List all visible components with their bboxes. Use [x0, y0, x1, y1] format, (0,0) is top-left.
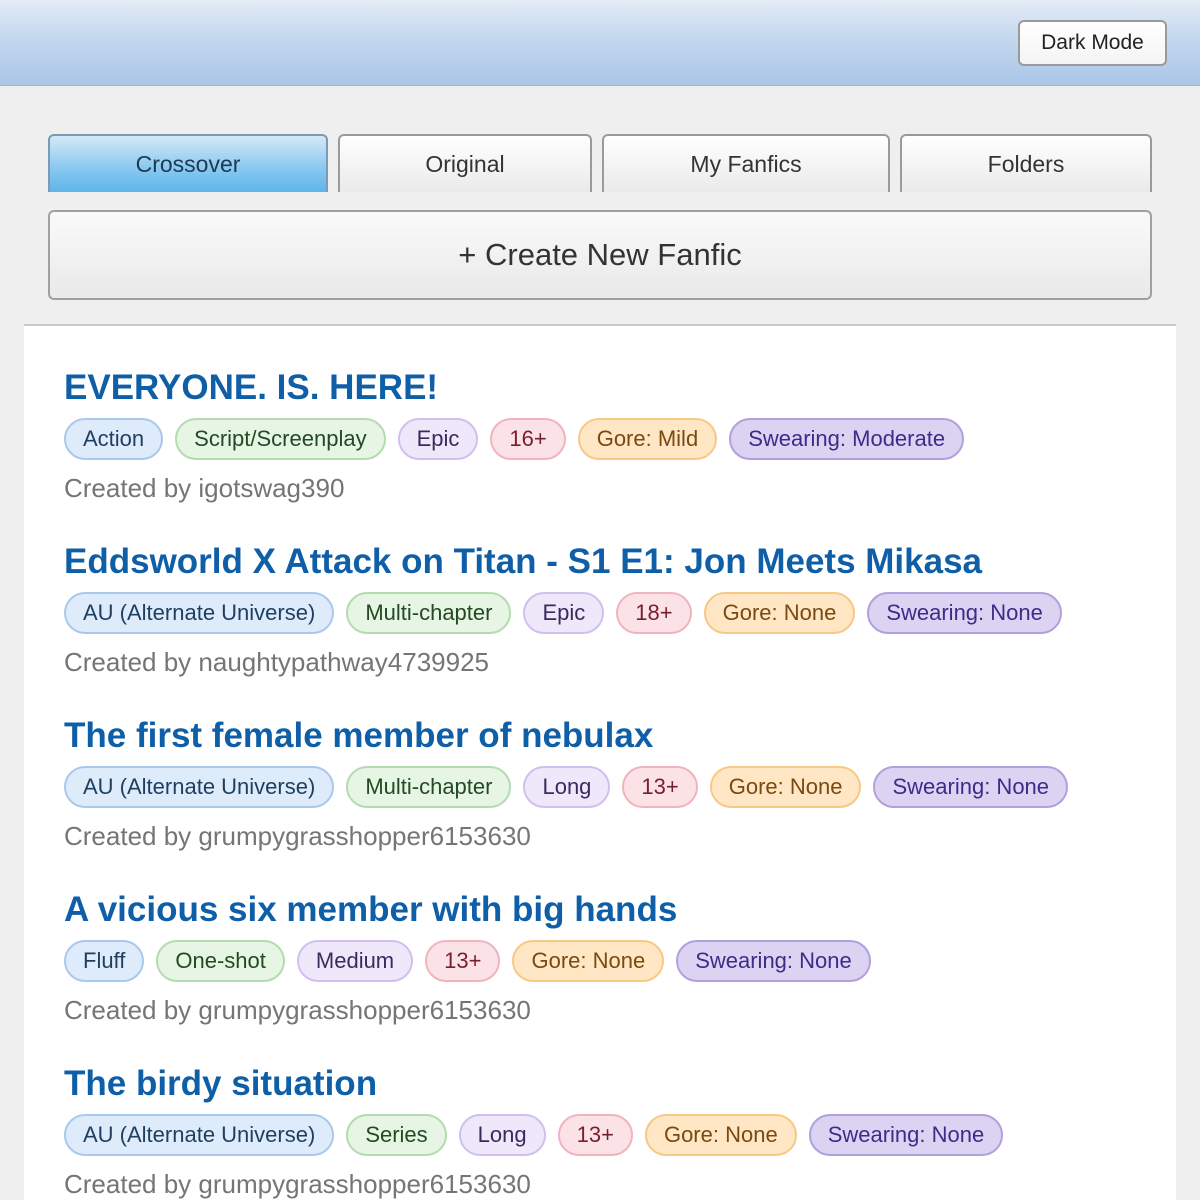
rating-tag: 13+: [557, 1114, 633, 1156]
fanfic-tags: Fluff One-shot Medium 13+ Gore: None Swe…: [64, 940, 1144, 982]
gore-tag: Gore: None: [703, 592, 856, 634]
format-tag: One-shot: [156, 940, 285, 982]
swearing-tag: Swearing: None: [808, 1114, 1004, 1156]
genre-tag: AU (Alternate Universe): [64, 766, 335, 808]
rating-tag: 16+: [490, 418, 566, 460]
tab-original[interactable]: Original: [338, 134, 592, 192]
length-tag: Epic: [397, 418, 479, 460]
gore-tag: Gore: None: [512, 940, 665, 982]
fanfic-author: Created by grumpygrasshopper6153630: [64, 995, 531, 1025]
gore-tag: Gore: None: [709, 766, 862, 808]
swearing-tag: Swearing: None: [873, 766, 1069, 808]
create-new-fanfic-button[interactable]: + Create New Fanfic: [48, 210, 1152, 300]
format-tag: Series: [346, 1114, 447, 1156]
genre-tag: AU (Alternate Universe): [64, 592, 335, 634]
swearing-tag: Swearing: Moderate: [729, 418, 965, 460]
fanfic-list-item[interactable]: A vicious six member with big hands Fluf…: [64, 888, 1144, 1026]
swearing-tag: Swearing: None: [867, 592, 1062, 634]
fanfic-list-item[interactable]: Eddsworld X Attack on Titan - S1 E1: Jon…: [64, 540, 1144, 678]
length-tag: Long: [458, 1114, 546, 1156]
length-tag: Medium: [296, 940, 414, 982]
fanfic-list-item[interactable]: The birdy situation AU (Alternate Univer…: [64, 1062, 1144, 1200]
dark-mode-button[interactable]: Dark Mode: [1018, 20, 1167, 66]
fanfic-author: Created by igotswag390: [64, 473, 345, 503]
genre-tag: Action: [64, 418, 164, 460]
fanfic-tags: AU (Alternate Universe) Series Long 13+ …: [64, 1114, 1144, 1156]
tab-my-fanfics[interactable]: My Fanfics: [602, 134, 890, 192]
fanfic-list-item[interactable]: The first female member of nebulax AU (A…: [64, 714, 1144, 852]
fanfic-title[interactable]: EVERYONE. IS. HERE!: [64, 366, 1144, 410]
genre-tag: Fluff: [64, 940, 145, 982]
fanfic-title[interactable]: The first female member of nebulax: [64, 714, 1144, 758]
rating-tag: 13+: [425, 940, 501, 982]
fanfic-tags: Action Script/Screenplay Epic 16+ Gore: …: [64, 418, 1144, 460]
genre-tag: AU (Alternate Universe): [64, 1114, 335, 1156]
gore-tag: Gore: Mild: [577, 418, 718, 460]
top-header-bar: Dark Mode: [0, 0, 1200, 86]
tab-crossover[interactable]: Crossover: [48, 134, 328, 192]
length-tag: Long: [523, 766, 611, 808]
fanfic-author: Created by grumpygrasshopper6153630: [64, 1169, 531, 1199]
gore-tag: Gore: None: [644, 1114, 797, 1156]
fanfic-title[interactable]: Eddsworld X Attack on Titan - S1 E1: Jon…: [64, 540, 1144, 584]
rating-tag: 18+: [616, 592, 692, 634]
fanfic-title[interactable]: The birdy situation: [64, 1062, 1144, 1106]
format-tag: Multi-chapter: [346, 592, 512, 634]
tab-folders[interactable]: Folders: [900, 134, 1152, 192]
swearing-tag: Swearing: None: [676, 940, 871, 982]
fanfic-title[interactable]: A vicious six member with big hands: [64, 888, 1144, 932]
format-tag: Script/Screenplay: [175, 418, 386, 460]
fanfic-tags: AU (Alternate Universe) Multi-chapter Ep…: [64, 592, 1144, 634]
fanfic-list: EVERYONE. IS. HERE! Action Script/Screen…: [24, 324, 1176, 1200]
fanfic-tags: AU (Alternate Universe) Multi-chapter Lo…: [64, 766, 1144, 808]
fanfic-author: Created by grumpygrasshopper6153630: [64, 821, 531, 851]
length-tag: Epic: [523, 592, 605, 634]
format-tag: Multi-chapter: [346, 766, 512, 808]
fanfic-list-item[interactable]: EVERYONE. IS. HERE! Action Script/Screen…: [64, 366, 1144, 504]
fanfic-author: Created by naughtypathway4739925: [64, 647, 489, 677]
rating-tag: 13+: [622, 766, 698, 808]
